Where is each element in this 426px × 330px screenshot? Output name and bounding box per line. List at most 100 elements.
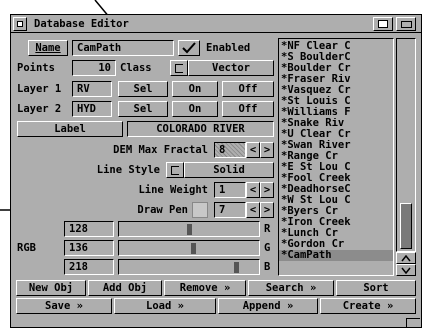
list-item[interactable]: *S BoulderC bbox=[279, 52, 393, 63]
line-style-cycle-button[interactable] bbox=[166, 162, 184, 178]
draw-pen-decrease-button[interactable]: < bbox=[246, 202, 260, 218]
object-list[interactable]: *NF Clear C *S BoulderC *Boulder Cr *Fraser… bbox=[278, 38, 394, 276]
draw-pen-increase-button[interactable]: > bbox=[260, 202, 274, 218]
scrollbar-thumb[interactable] bbox=[400, 203, 412, 249]
object-list-items: *NF Clear C *S BoulderC *Boulder Cr *Fraser… bbox=[279, 41, 393, 261]
draw-pen-field[interactable]: 7 bbox=[214, 202, 246, 218]
name-button[interactable]: Name bbox=[28, 40, 68, 56]
remove-label: Remove » bbox=[179, 282, 231, 294]
layer1-off-button[interactable]: Off bbox=[222, 81, 274, 97]
list-item[interactable]: *St Louis C bbox=[279, 96, 393, 107]
close-icon bbox=[17, 21, 23, 27]
load-label: Load » bbox=[146, 300, 184, 312]
search-button[interactable]: Search » bbox=[248, 280, 334, 296]
layer1-on-button[interactable]: On bbox=[172, 81, 218, 97]
resize-gadget[interactable] bbox=[406, 318, 420, 327]
scroll-up-button[interactable] bbox=[396, 252, 416, 264]
blue-value-field[interactable]: 218 bbox=[64, 259, 114, 275]
list-item[interactable]: *CamPath bbox=[279, 250, 393, 261]
scroll-down-button[interactable] bbox=[396, 264, 416, 276]
list-item[interactable]: *Byers Cr bbox=[279, 206, 393, 217]
label-button-text: Label bbox=[54, 123, 86, 135]
remove-button[interactable]: Remove » bbox=[164, 280, 246, 296]
layer1-field[interactable]: RV bbox=[72, 81, 112, 97]
name-field[interactable]: CamPath bbox=[72, 40, 174, 56]
new-object-button[interactable]: New Obj bbox=[16, 280, 86, 296]
list-item[interactable]: *Lunch Cr bbox=[279, 228, 393, 239]
enabled-label: Enabled bbox=[206, 42, 251, 54]
layer1-label: Layer 1 bbox=[17, 83, 62, 95]
blue-slider[interactable] bbox=[118, 259, 260, 275]
object-list-scrollbar[interactable] bbox=[396, 38, 416, 252]
search-label: Search » bbox=[265, 282, 317, 294]
layer2-field[interactable]: HYD bbox=[72, 101, 112, 117]
layer2-off-button[interactable]: Off bbox=[222, 101, 274, 117]
dem-max-fractal-label: DEM Max Fractal bbox=[113, 144, 208, 156]
line-style-label: Line Style bbox=[96, 164, 160, 176]
checkmark-icon bbox=[182, 42, 196, 54]
label-button[interactable]: Label bbox=[17, 121, 123, 137]
green-value-field[interactable]: 136 bbox=[64, 240, 114, 256]
arrow-right-icon: > bbox=[263, 144, 271, 156]
arrow-left-icon: < bbox=[249, 144, 257, 156]
list-item[interactable]: *Williams F bbox=[279, 107, 393, 118]
list-item[interactable]: *Gordon Cr bbox=[279, 239, 393, 250]
arrow-right-icon: > bbox=[263, 204, 271, 216]
red-slider-knob[interactable] bbox=[187, 224, 192, 235]
new-object-label: New Obj bbox=[28, 282, 74, 294]
list-item[interactable]: *Range Cr bbox=[279, 151, 393, 162]
enabled-checkbox[interactable] bbox=[178, 40, 200, 56]
line-weight-field[interactable]: 1 bbox=[214, 182, 246, 198]
dem-increase-button[interactable]: > bbox=[260, 142, 274, 158]
list-item[interactable]: *DeadhorseC bbox=[279, 184, 393, 195]
arrow-left-icon: < bbox=[249, 184, 257, 196]
layer2-label: Layer 2 bbox=[17, 103, 62, 115]
blue-letter: B bbox=[264, 261, 271, 273]
list-item[interactable]: *Snake Riv bbox=[279, 118, 393, 129]
red-value-field[interactable]: 128 bbox=[64, 221, 114, 237]
line-style-value[interactable]: Solid bbox=[184, 162, 274, 178]
list-item[interactable]: *W St Lou C bbox=[279, 195, 393, 206]
depth-icon bbox=[378, 20, 388, 28]
layer2-on-button[interactable]: On bbox=[172, 101, 218, 117]
arrow-down-icon bbox=[401, 267, 411, 274]
sort-button[interactable]: Sort bbox=[336, 280, 416, 296]
layer1-sel-button[interactable]: Sel bbox=[118, 81, 168, 97]
dem-max-fractal-field[interactable]: 8 bbox=[214, 142, 246, 158]
draw-pen-label: Draw Pen bbox=[137, 204, 188, 216]
create-label: Create » bbox=[342, 300, 394, 312]
cycle-icon bbox=[175, 63, 183, 73]
class-value[interactable]: Vector bbox=[188, 60, 274, 76]
depth-arrange-button[interactable] bbox=[373, 17, 393, 31]
add-object-button[interactable]: Add Obj bbox=[88, 280, 162, 296]
label-field[interactable]: COLORADO RIVER bbox=[127, 121, 274, 137]
list-item[interactable]: *Vasquez Cr bbox=[279, 85, 393, 96]
load-button[interactable]: Load » bbox=[114, 298, 216, 314]
layer2-sel-button[interactable]: Sel bbox=[118, 101, 168, 117]
zoom-button[interactable] bbox=[396, 17, 416, 31]
blue-slider-knob[interactable] bbox=[234, 262, 239, 273]
create-button[interactable]: Create » bbox=[320, 298, 416, 314]
save-label: Save » bbox=[45, 300, 83, 312]
line-weight-decrease-button[interactable]: < bbox=[246, 182, 260, 198]
list-item[interactable]: *Boulder Cr bbox=[279, 63, 393, 74]
list-item[interactable]: *Iron Creek bbox=[279, 217, 393, 228]
append-button[interactable]: Append » bbox=[218, 298, 318, 314]
red-slider[interactable] bbox=[118, 221, 260, 237]
line-weight-increase-button[interactable]: > bbox=[260, 182, 274, 198]
list-item[interactable]: *U Clear Cr bbox=[279, 129, 393, 140]
dem-decrease-button[interactable]: < bbox=[246, 142, 260, 158]
class-cycle-button[interactable] bbox=[170, 60, 188, 76]
list-item[interactable]: *E St Lou C bbox=[279, 162, 393, 173]
class-label: Class bbox=[120, 62, 152, 74]
points-label: Points bbox=[17, 62, 55, 74]
green-slider-knob[interactable] bbox=[191, 243, 196, 254]
list-item[interactable]: *Fraser Riv bbox=[279, 74, 393, 85]
points-field[interactable]: 10 bbox=[72, 60, 116, 76]
list-item[interactable]: *Fool Creek bbox=[279, 173, 393, 184]
list-item[interactable]: *NF Clear C bbox=[279, 41, 393, 52]
close-window-button[interactable] bbox=[13, 17, 27, 31]
save-button[interactable]: Save » bbox=[16, 298, 112, 314]
list-item[interactable]: *Swan River bbox=[279, 140, 393, 151]
green-slider[interactable] bbox=[118, 240, 260, 256]
